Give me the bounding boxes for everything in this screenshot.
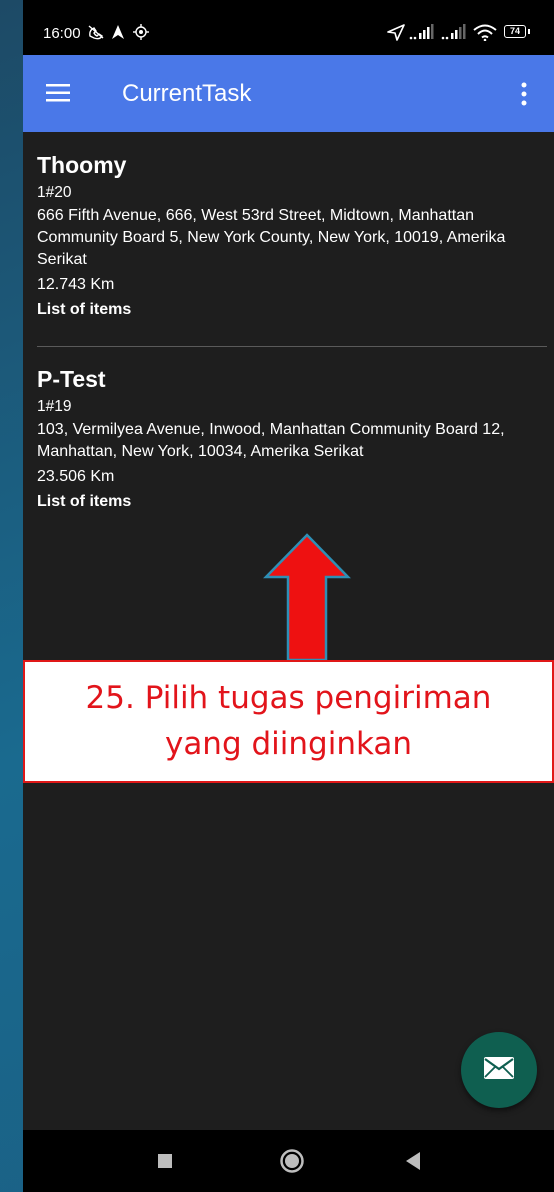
back-triangle-icon xyxy=(406,1152,420,1175)
app-bar: CurrentTask xyxy=(23,55,554,132)
app-title: CurrentTask xyxy=(122,80,252,107)
task-id: 1#20 xyxy=(37,184,72,201)
task-distance: 23.506 Km xyxy=(37,468,115,485)
task-distance: 12.743 Km xyxy=(37,276,115,293)
task-item[interactable]: P-Test 1#19 103, Vermilyea Avenue, Inwoo… xyxy=(37,364,547,534)
location-icon xyxy=(133,24,149,45)
menu-icon[interactable] xyxy=(45,83,71,108)
status-bar: 16:00 74 xyxy=(23,0,554,55)
signal-icon xyxy=(409,24,437,45)
muted-call-icon xyxy=(87,24,105,45)
location-arrow-icon xyxy=(387,24,405,46)
signal-icon xyxy=(441,24,469,45)
caption-line-2: yang diinginkan xyxy=(164,726,413,762)
up-arrow-icon xyxy=(263,533,351,662)
message-fab-button[interactable] xyxy=(461,1032,537,1108)
task-name: Thoomy xyxy=(37,152,127,178)
home-circle-icon xyxy=(279,1148,305,1179)
list-of-items-link[interactable]: List of items xyxy=(37,299,547,320)
instruction-caption: 25. Pilih tugas pengiriman yang diingink… xyxy=(23,660,554,783)
battery-icon: 74 xyxy=(504,25,530,38)
wifi-icon xyxy=(473,24,497,46)
list-of-items-link[interactable]: List of items xyxy=(37,491,547,512)
task-address: 666 Fifth Avenue, 666, West 53rd Street,… xyxy=(37,207,506,268)
recents-square-icon xyxy=(158,1154,172,1173)
task-address: 103, Vermilyea Avenue, Inwood, Manhattan… xyxy=(37,421,505,460)
system-nav-bar xyxy=(23,1130,554,1192)
navigation-icon xyxy=(111,24,125,45)
task-id: 1#19 xyxy=(37,398,72,415)
task-name: P-Test xyxy=(37,366,106,392)
status-time: 16:00 xyxy=(43,25,81,42)
mail-icon xyxy=(483,1056,515,1085)
recents-button[interactable] xyxy=(136,1130,196,1192)
home-button[interactable] xyxy=(262,1130,322,1192)
overflow-menu-icon[interactable] xyxy=(520,82,528,111)
back-button[interactable] xyxy=(384,1130,444,1192)
caption-line-1: 25. Pilih tugas pengiriman xyxy=(85,680,492,716)
phone-screen: 16:00 74 CurrentTask Thoomy 1#20 666 Fif… xyxy=(23,0,554,1192)
task-item[interactable]: Thoomy 1#20 666 Fifth Avenue, 666, West … xyxy=(37,150,547,347)
